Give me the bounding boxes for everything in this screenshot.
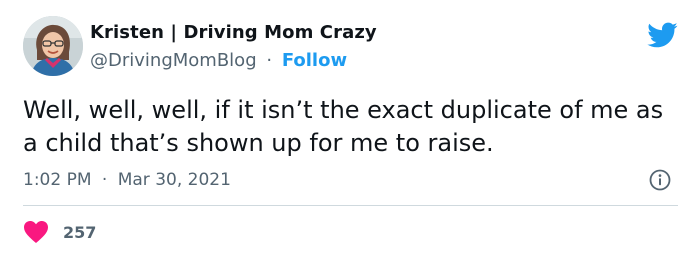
divider (23, 205, 678, 206)
author-handle-row: @DrivingMomBlog · Follow (90, 50, 347, 71)
like-button[interactable]: 257 (23, 220, 96, 244)
follow-button[interactable]: Follow (282, 50, 347, 71)
tweet-time: 1:02 PM (23, 170, 92, 190)
heart-icon (24, 221, 48, 243)
author-name[interactable]: Kristen | Driving Mom Crazy (90, 22, 377, 43)
separator-dot: · (266, 50, 273, 71)
info-icon[interactable] (649, 169, 671, 191)
tweet-text: Well, well, well, if it isn’t the exact … (23, 96, 664, 157)
tweet-card: Kristen | Driving Mom Crazy @DrivingMomB… (0, 0, 700, 257)
tweet-date: Mar 30, 2021 (117, 170, 231, 190)
avatar[interactable] (23, 16, 83, 76)
like-count: 257 (63, 222, 97, 242)
separator-dot: · (101, 170, 108, 190)
author-handle[interactable]: @DrivingMomBlog (90, 50, 257, 71)
twitter-bird-icon[interactable] (646, 21, 678, 49)
tweet-timestamp[interactable]: 1:02 PM · Mar 30, 2021 (23, 170, 231, 190)
avatar-photo (23, 16, 83, 76)
